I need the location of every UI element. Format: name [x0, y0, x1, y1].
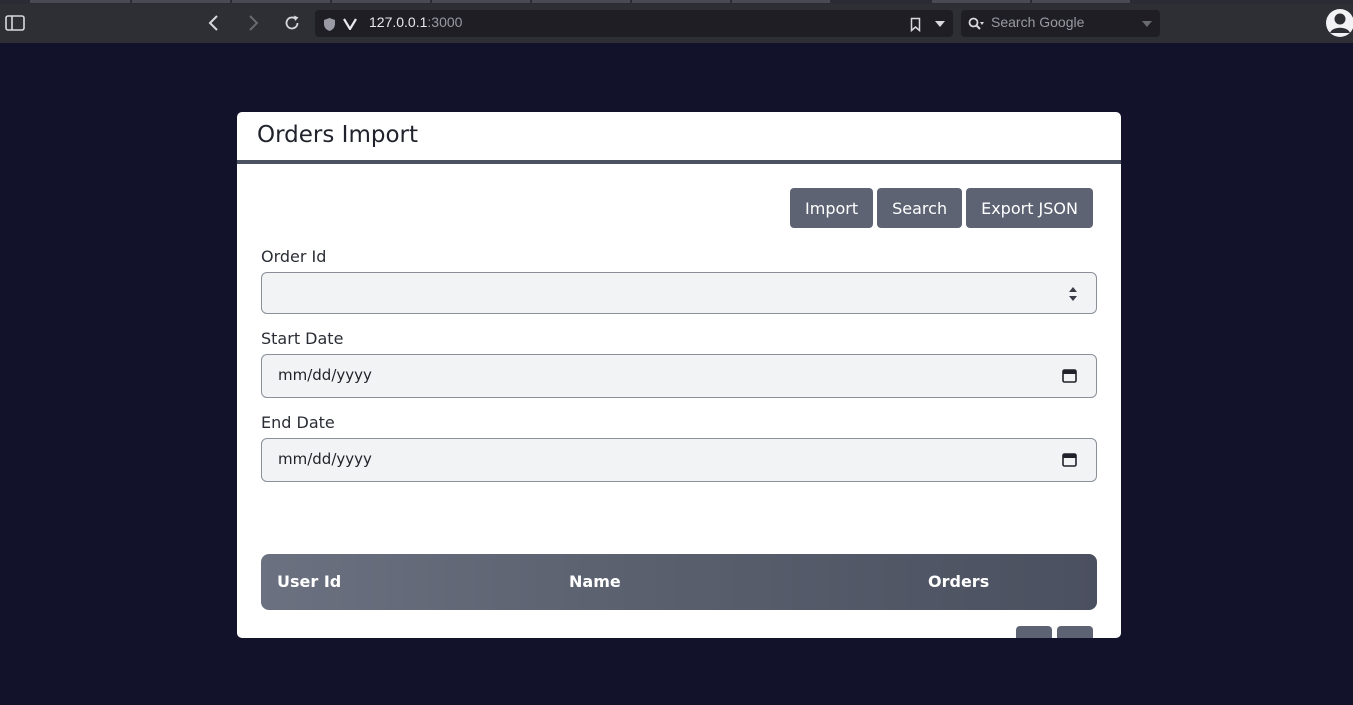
order-id-field[interactable] — [261, 272, 1097, 314]
card-header: Orders Import — [237, 112, 1121, 164]
forward-icon[interactable] — [243, 12, 265, 34]
page-title: Orders Import — [257, 122, 418, 148]
next-page-button[interactable]: + — [1057, 626, 1093, 638]
shield-icon[interactable] — [321, 16, 337, 32]
search-icon — [967, 15, 985, 33]
orders-import-card: Orders Import Import Search Export JSON … — [237, 112, 1121, 638]
sidebar-toggle-icon[interactable] — [4, 12, 26, 34]
import-button[interactable]: Import — [790, 188, 874, 228]
column-header-name[interactable]: Name — [569, 572, 621, 591]
start-date-label: Start Date — [261, 329, 344, 348]
end-date-label: End Date — [261, 413, 335, 432]
start-date-value: mm/dd/yyyy — [278, 366, 372, 384]
url-text: 127.0.0.1:3000 — [369, 14, 463, 30]
export-json-button[interactable]: Export JSON — [966, 188, 1093, 228]
previous-page-button[interactable]: - — [1016, 626, 1052, 638]
order-id-label: Order Id — [261, 247, 327, 266]
start-date-field[interactable]: mm/dd/yyyy — [261, 354, 1097, 398]
reload-icon[interactable] — [281, 12, 303, 34]
end-date-field[interactable]: mm/dd/yyyy — [261, 438, 1097, 482]
end-date-value: mm/dd/yyyy — [278, 450, 372, 468]
pagination: - + — [1016, 626, 1093, 638]
bookmark-icon[interactable] — [907, 16, 923, 32]
vivaldi-icon — [342, 16, 358, 32]
action-buttons: Import Search Export JSON — [790, 188, 1093, 228]
search-bar[interactable]: Search Google — [961, 10, 1160, 37]
column-header-orders[interactable]: Orders — [928, 572, 989, 591]
profile-avatar-icon[interactable] — [1325, 8, 1353, 38]
browser-toolbar: 127.0.0.1:3000 Search Google — [0, 4, 1353, 43]
column-header-user-id[interactable]: User Id — [277, 572, 341, 591]
calendar-icon[interactable] — [1062, 452, 1077, 471]
address-bar[interactable]: 127.0.0.1:3000 — [315, 10, 953, 37]
number-stepper-icon[interactable] — [1068, 284, 1078, 304]
calendar-icon[interactable] — [1062, 368, 1077, 387]
back-icon[interactable] — [202, 12, 224, 34]
chevron-down-icon[interactable] — [1139, 16, 1155, 32]
search-button[interactable]: Search — [877, 188, 963, 228]
chevron-down-icon[interactable] — [932, 16, 948, 32]
orders-table-header: User Id Name Orders — [261, 554, 1097, 610]
search-placeholder: Search Google — [991, 14, 1085, 30]
